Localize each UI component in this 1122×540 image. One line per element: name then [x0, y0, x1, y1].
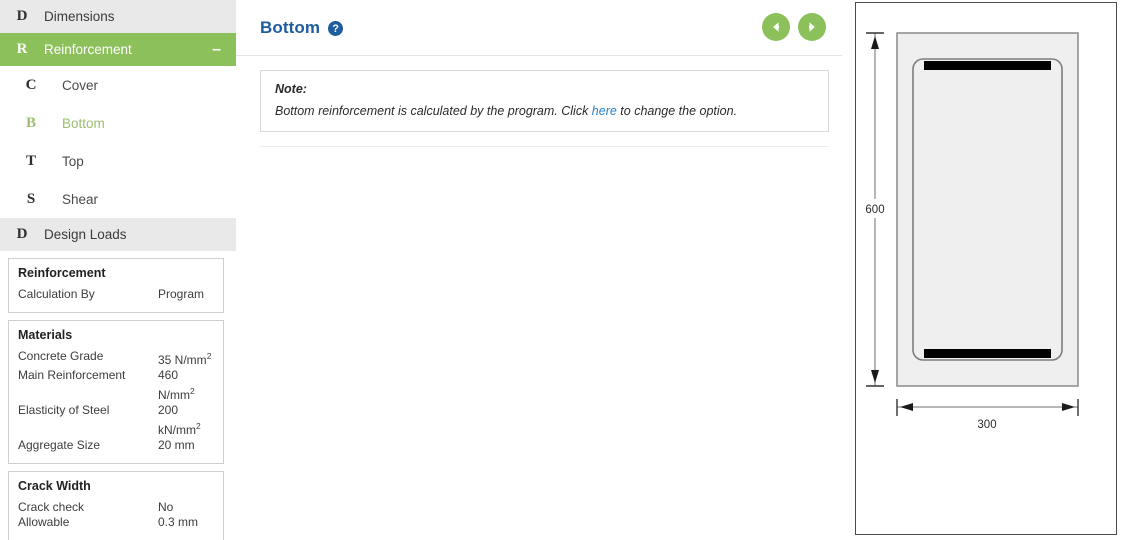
help-circle-icon[interactable]: ? — [328, 21, 344, 36]
summary-panel-reinforcement: Reinforcement Calculation By Program — [8, 258, 224, 313]
page-title: Bottom — [260, 17, 321, 37]
note-text: Bottom reinforcement is calculated by th… — [275, 104, 814, 118]
panel-title: Reinforcement — [18, 266, 106, 280]
row-value: Program — [158, 287, 205, 301]
main-content: Bottom ? Note: Bottom reinforcement is c… — [236, 0, 842, 540]
row-key: Main Reinforcement — [18, 368, 126, 382]
table-row: Elasticity of Steel 200 kN/mm2 — [18, 403, 214, 438]
row-value: 0.3 mm — [158, 515, 199, 529]
navigation-arrows — [762, 13, 826, 41]
height-dimension: 600 — [862, 32, 888, 387]
row-key: Concrete Grade — [18, 348, 104, 363]
table-row: Allowable 0.3 mm — [18, 515, 214, 531]
content-header: Bottom ? — [236, 0, 842, 56]
summary-panel-crack-width: Crack Width Crack check No Allowable 0.3… — [8, 470, 224, 540]
bottom-reinforcement-bars — [924, 349, 1051, 358]
panel-title: Crack Width — [18, 478, 91, 493]
row-key: Calculation By — [18, 287, 95, 301]
section-divider — [260, 146, 829, 147]
shear-icon: S — [26, 190, 36, 207]
sidebar-group-reinforcement[interactable]: R Reinforcement – — [0, 33, 236, 66]
table-row: Crack check No — [18, 500, 214, 516]
row-value: 35 N/mm2 — [158, 350, 212, 367]
beam-cross-section-drawing: 600 300 — [862, 32, 1079, 431]
sidebar-item-label-top: Top — [62, 153, 84, 169]
note-text-before: Bottom reinforcement is calculated by th… — [275, 104, 592, 118]
table-row: Calculation By Program — [18, 287, 214, 303]
row-value: 200 kN/mm2 — [158, 403, 201, 437]
row-key: Allowable — [18, 515, 70, 529]
sidebar-item-bottom[interactable]: B Bottom — [0, 104, 236, 142]
height-dimension-label: 600 — [865, 204, 884, 216]
sidebar-group-label-reinforcement: Reinforcement — [44, 42, 132, 57]
sidebar-item-label-bottom: Bottom — [62, 115, 105, 131]
sidebar-item-top[interactable]: T Top — [0, 142, 236, 180]
row-value: 460 N/mm2 — [158, 368, 195, 402]
collapse-toggle-icon[interactable]: – — [212, 41, 221, 58]
note-text-after: to change the option. — [616, 104, 738, 118]
arrow-right-circle-icon — [809, 22, 815, 32]
panel-title: Materials — [18, 327, 73, 342]
sidebar-group-design-loads[interactable]: D Design Loads — [0, 218, 236, 251]
sidebar-group-label-design-loads: Design Loads — [44, 227, 127, 242]
top-reinforcement-bars — [924, 61, 1051, 70]
concrete-section — [896, 32, 1079, 387]
summary-panel-materials: Materials Concrete Grade 35 N/mm2 Main R… — [8, 319, 224, 464]
width-dimension-label: 300 — [977, 419, 996, 431]
arrow-left-circle-icon — [773, 22, 779, 32]
row-key: Elasticity of Steel — [18, 403, 110, 417]
prev-button[interactable] — [762, 13, 790, 41]
table-row: Concrete Grade 35 N/mm2 — [18, 349, 214, 369]
sidebar-item-label-cover: Cover — [62, 77, 99, 93]
row-key: Crack check — [18, 499, 85, 514]
sidebar-group-dimensions[interactable]: D Dimensions — [0, 0, 236, 33]
reinforcement-icon: R — [16, 41, 28, 57]
sidebar-group-label-dimensions: Dimensions — [44, 9, 115, 24]
sidebar-item-cover[interactable]: C Cover — [0, 66, 236, 104]
note-label: Note: — [275, 82, 307, 96]
note-box: Note: Bottom reinforcement is calculated… — [260, 70, 829, 132]
change-option-link[interactable]: here — [592, 104, 617, 118]
application-window: D Dimensions R Reinforcement – C Cover B… — [0, 0, 1122, 540]
sidebar-item-label-shear: Shear — [62, 191, 99, 207]
width-dimension: 300 — [896, 399, 1079, 431]
bottom-icon: B — [25, 114, 36, 131]
row-value: 20 mm — [158, 438, 195, 452]
cover-icon: C — [25, 76, 37, 93]
sidebar-item-shear[interactable]: S Shear — [0, 180, 236, 218]
table-row: Main Reinforcement 460 N/mm2 — [18, 368, 214, 403]
table-row: Aggregate Size 20 mm — [18, 438, 214, 454]
top-icon: T — [25, 152, 36, 169]
beam-section-diagram-panel: 600 300 — [855, 2, 1117, 535]
row-key: Aggregate Size — [18, 438, 101, 452]
sidebar: D Dimensions R Reinforcement – C Cover B… — [0, 0, 236, 540]
next-button[interactable] — [798, 13, 826, 41]
dimensions-icon: D — [16, 8, 28, 24]
row-value: No — [158, 499, 174, 514]
design-loads-icon: D — [16, 226, 28, 242]
